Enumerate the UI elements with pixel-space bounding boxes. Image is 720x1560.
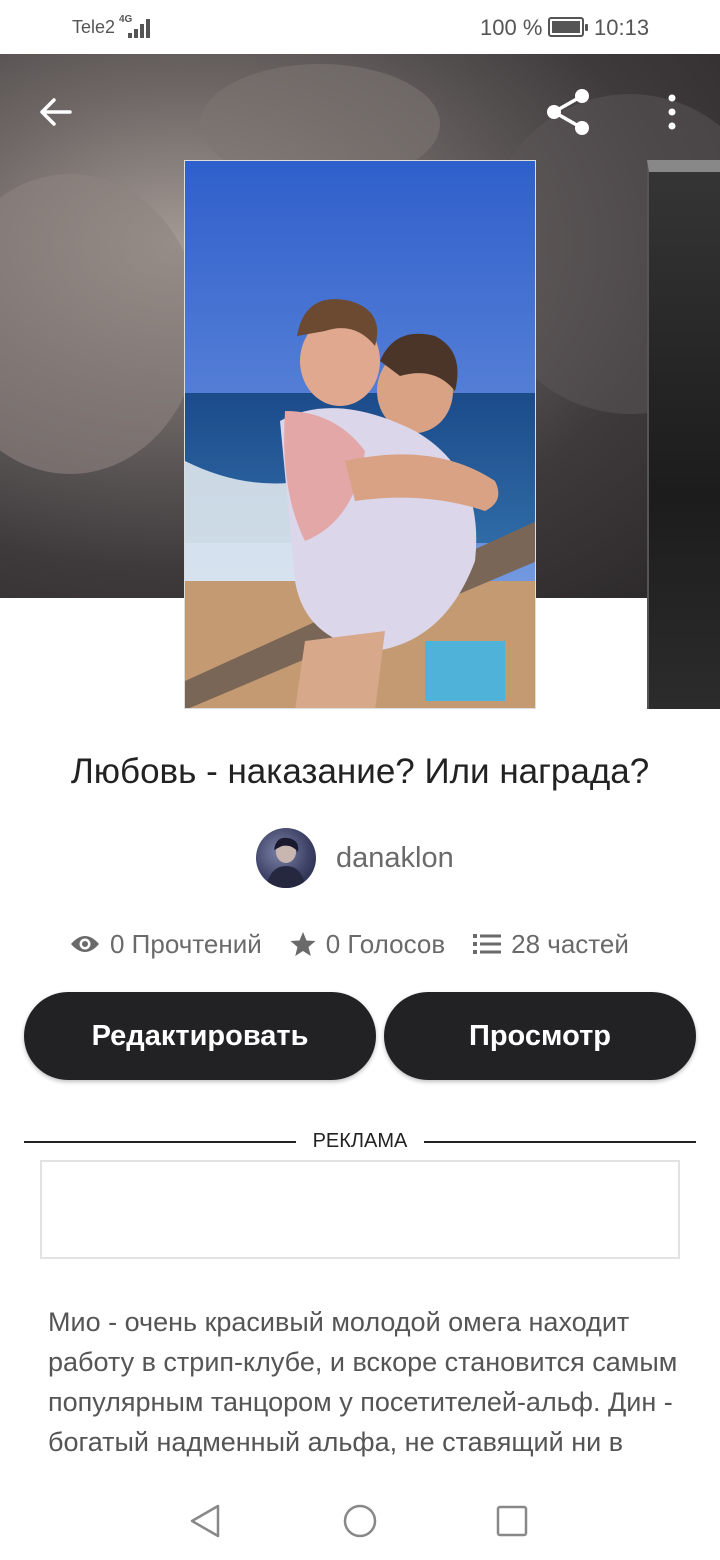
story-description: Мио - очень красивый молодой омега наход…	[48, 1307, 678, 1480]
ad-slot[interactable]	[40, 1160, 680, 1259]
battery-icon	[548, 17, 588, 37]
carrier-name: Tele2	[72, 17, 116, 37]
view-button[interactable]: Просмотр	[384, 992, 696, 1080]
votes-count: 0 Голосов	[325, 928, 446, 959]
nav-home-button[interactable]	[335, 1496, 385, 1546]
reads-stat: 0 Прочтений	[70, 929, 262, 960]
share-button[interactable]	[540, 84, 596, 140]
share-icon	[547, 89, 589, 135]
battery-percent: 100 %	[480, 15, 543, 40]
list-icon	[473, 934, 502, 954]
square-recents-icon	[496, 1505, 528, 1537]
status-bar: Tele2 4G 100 % 10:13	[0, 0, 720, 54]
more-options-button[interactable]	[644, 84, 700, 140]
next-story-cover[interactable]	[647, 160, 720, 709]
clock: 10:13	[594, 15, 650, 40]
nav-recents-button[interactable]	[487, 1496, 537, 1546]
parts-stat: 28 частей	[473, 929, 629, 960]
parts-count: 28 частей	[511, 928, 629, 959]
back-button[interactable]	[28, 84, 84, 140]
system-nav-bar	[0, 1476, 720, 1560]
arrow-left-icon	[40, 98, 72, 126]
ad-divider: РЕКЛАМА	[24, 1130, 696, 1154]
story-cover[interactable]	[184, 160, 536, 709]
action-buttons: Редактировать Просмотр	[24, 992, 696, 1080]
avatar	[256, 828, 316, 888]
nav-back-button[interactable]	[180, 1496, 230, 1546]
story-title: Любовь - наказание? Или награда?	[70, 752, 650, 791]
story-stats: 0 Прочтений 0 Голосов 28 частей	[70, 924, 629, 964]
star-icon	[290, 932, 316, 956]
edit-button[interactable]: Редактировать	[24, 992, 376, 1080]
author-name: danaklon	[336, 841, 454, 874]
signal-icon	[124, 18, 152, 38]
eye-icon	[71, 936, 99, 952]
author-link[interactable]: danaklon	[256, 828, 454, 888]
triangle-back-icon	[190, 1504, 220, 1538]
more-vertical-icon	[668, 94, 676, 130]
votes-stat: 0 Голосов	[290, 929, 445, 960]
circle-home-icon	[343, 1504, 377, 1538]
reads-count: 0 Прочтений	[110, 928, 262, 959]
cover-image	[185, 161, 535, 708]
